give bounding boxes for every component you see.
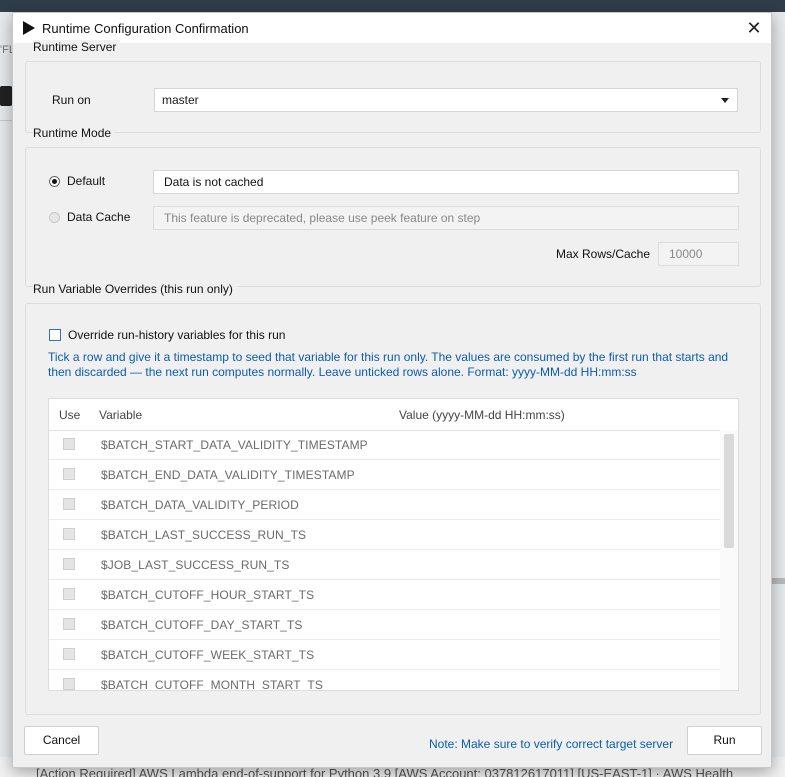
- row-variable-name: $BATCH_START_DATA_VALIDITY_TIMESTAMP: [101, 438, 368, 452]
- row-use-checkbox[interactable]: [63, 528, 75, 540]
- row-variable-name: $BATCH_END_DATA_VALIDITY_TIMESTAMP: [101, 468, 355, 482]
- override-checkbox[interactable]: [49, 329, 61, 341]
- row-use-checkbox[interactable]: [63, 558, 75, 570]
- data-cache-label: Data Cache: [67, 210, 131, 224]
- row-variable-name: $BATCH_CUTOFF_WEEK_START_TS: [101, 648, 315, 662]
- table-scrollbar[interactable]: [720, 430, 738, 690]
- runtime-config-dialog: Runtime Configuration Confirmation ✕ Run…: [12, 12, 772, 768]
- row-variable-name: $JOB_LAST_SUCCESS_RUN_TS: [101, 558, 290, 572]
- row-use-checkbox[interactable]: [63, 648, 75, 660]
- row-variable-name: $BATCH_CUTOFF_HOUR_START_TS: [101, 588, 315, 602]
- run-on-label: Run on: [52, 93, 91, 107]
- data-cache-field: This feature is deprecated, please use p…: [153, 206, 739, 230]
- default-radio[interactable]: [49, 176, 60, 187]
- table-row[interactable]: $BATCH_DATA_VALIDITY_PERIOD: [49, 490, 721, 520]
- column-header-value: Value (yyyy-MM-dd HH:mm:ss): [399, 408, 565, 422]
- dialog-titlebar: Runtime Configuration Confirmation ✕: [13, 13, 771, 43]
- override-info-text: Tick a row and give it a timestamp to se…: [48, 350, 729, 379]
- chevron-down-icon: [721, 98, 729, 103]
- max-rows-label: Max Rows/Cache: [556, 247, 651, 261]
- run-on-select[interactable]: master: [154, 88, 738, 112]
- close-button[interactable]: ✕: [743, 16, 765, 40]
- row-use-checkbox[interactable]: [63, 498, 75, 510]
- run-button[interactable]: Run: [687, 726, 762, 755]
- runtime-server-legend: Runtime Server: [33, 40, 121, 54]
- target-server-note: Note: Make sure to verify correct target…: [429, 737, 674, 751]
- runtime-server-group: Runtime Server Run on master: [25, 40, 761, 133]
- table-row[interactable]: $BATCH_CUTOFF_HOUR_START_TS: [49, 580, 721, 610]
- table-row[interactable]: $JOB_LAST_SUCCESS_RUN_TS: [49, 550, 721, 580]
- play-icon: [23, 21, 35, 35]
- variable-overrides-legend: Run Variable Overrides (this run only): [33, 282, 237, 296]
- table-body: $BATCH_START_DATA_VALIDITY_TIMESTAMP $BA…: [49, 430, 721, 691]
- table-row[interactable]: $BATCH_END_DATA_VALIDITY_TIMESTAMP: [49, 460, 721, 490]
- background-app-header: [0, 0, 785, 12]
- save-icon: [0, 86, 12, 106]
- row-use-checkbox[interactable]: [63, 678, 75, 690]
- table-header: Use Variable Value (yyyy-MM-dd HH:mm:ss): [49, 399, 721, 431]
- column-header-use: Use: [59, 408, 81, 422]
- row-variable-name: $BATCH_CUTOFF_MONTH_START_TS: [101, 678, 323, 691]
- table-row[interactable]: $BATCH_CUTOFF_DAY_START_TS: [49, 610, 721, 640]
- row-use-checkbox[interactable]: [63, 588, 75, 600]
- row-use-checkbox[interactable]: [63, 468, 75, 480]
- background-scroll-fragment: [771, 578, 785, 584]
- table-row[interactable]: $BATCH_CUTOFF_MONTH_START_TS: [49, 670, 721, 691]
- scrollbar-thumb[interactable]: [724, 434, 734, 548]
- override-checkbox-label[interactable]: Override run-history variables for this …: [68, 328, 285, 342]
- table-row[interactable]: $BATCH_CUTOFF_WEEK_START_TS: [49, 640, 721, 670]
- row-use-checkbox[interactable]: [63, 618, 75, 630]
- table-row[interactable]: $BATCH_START_DATA_VALIDITY_TIMESTAMP: [49, 430, 721, 460]
- variable-overrides-group: Run Variable Overrides (this run only) O…: [25, 282, 761, 715]
- row-variable-name: $BATCH_CUTOFF_DAY_START_TS: [101, 618, 303, 632]
- run-on-value: master: [162, 93, 199, 107]
- default-mode-field: Data is not cached: [153, 170, 739, 194]
- row-variable-name: $BATCH_DATA_VALIDITY_PERIOD: [101, 498, 299, 512]
- background-tab-fragment: 'FL: [0, 44, 12, 56]
- table-row[interactable]: $BATCH_LAST_SUCCESS_RUN_TS: [49, 520, 721, 550]
- row-variable-name: $BATCH_LAST_SUCCESS_RUN_TS: [101, 528, 307, 542]
- dialog-title: Runtime Configuration Confirmation: [42, 21, 249, 36]
- background-divider: [0, 120, 12, 121]
- data-cache-radio[interactable]: [49, 212, 60, 223]
- cancel-button[interactable]: Cancel: [24, 726, 99, 755]
- column-header-variable: Variable: [99, 408, 143, 422]
- row-use-checkbox[interactable]: [63, 438, 75, 450]
- max-rows-input[interactable]: 10000: [658, 242, 739, 266]
- default-label: Default: [67, 174, 106, 188]
- runtime-mode-legend: Runtime Mode: [33, 126, 116, 140]
- runtime-mode-group: Runtime Mode Default Data is not cached …: [25, 126, 761, 287]
- variables-table: Use Variable Value (yyyy-MM-dd HH:mm:ss)…: [48, 398, 739, 691]
